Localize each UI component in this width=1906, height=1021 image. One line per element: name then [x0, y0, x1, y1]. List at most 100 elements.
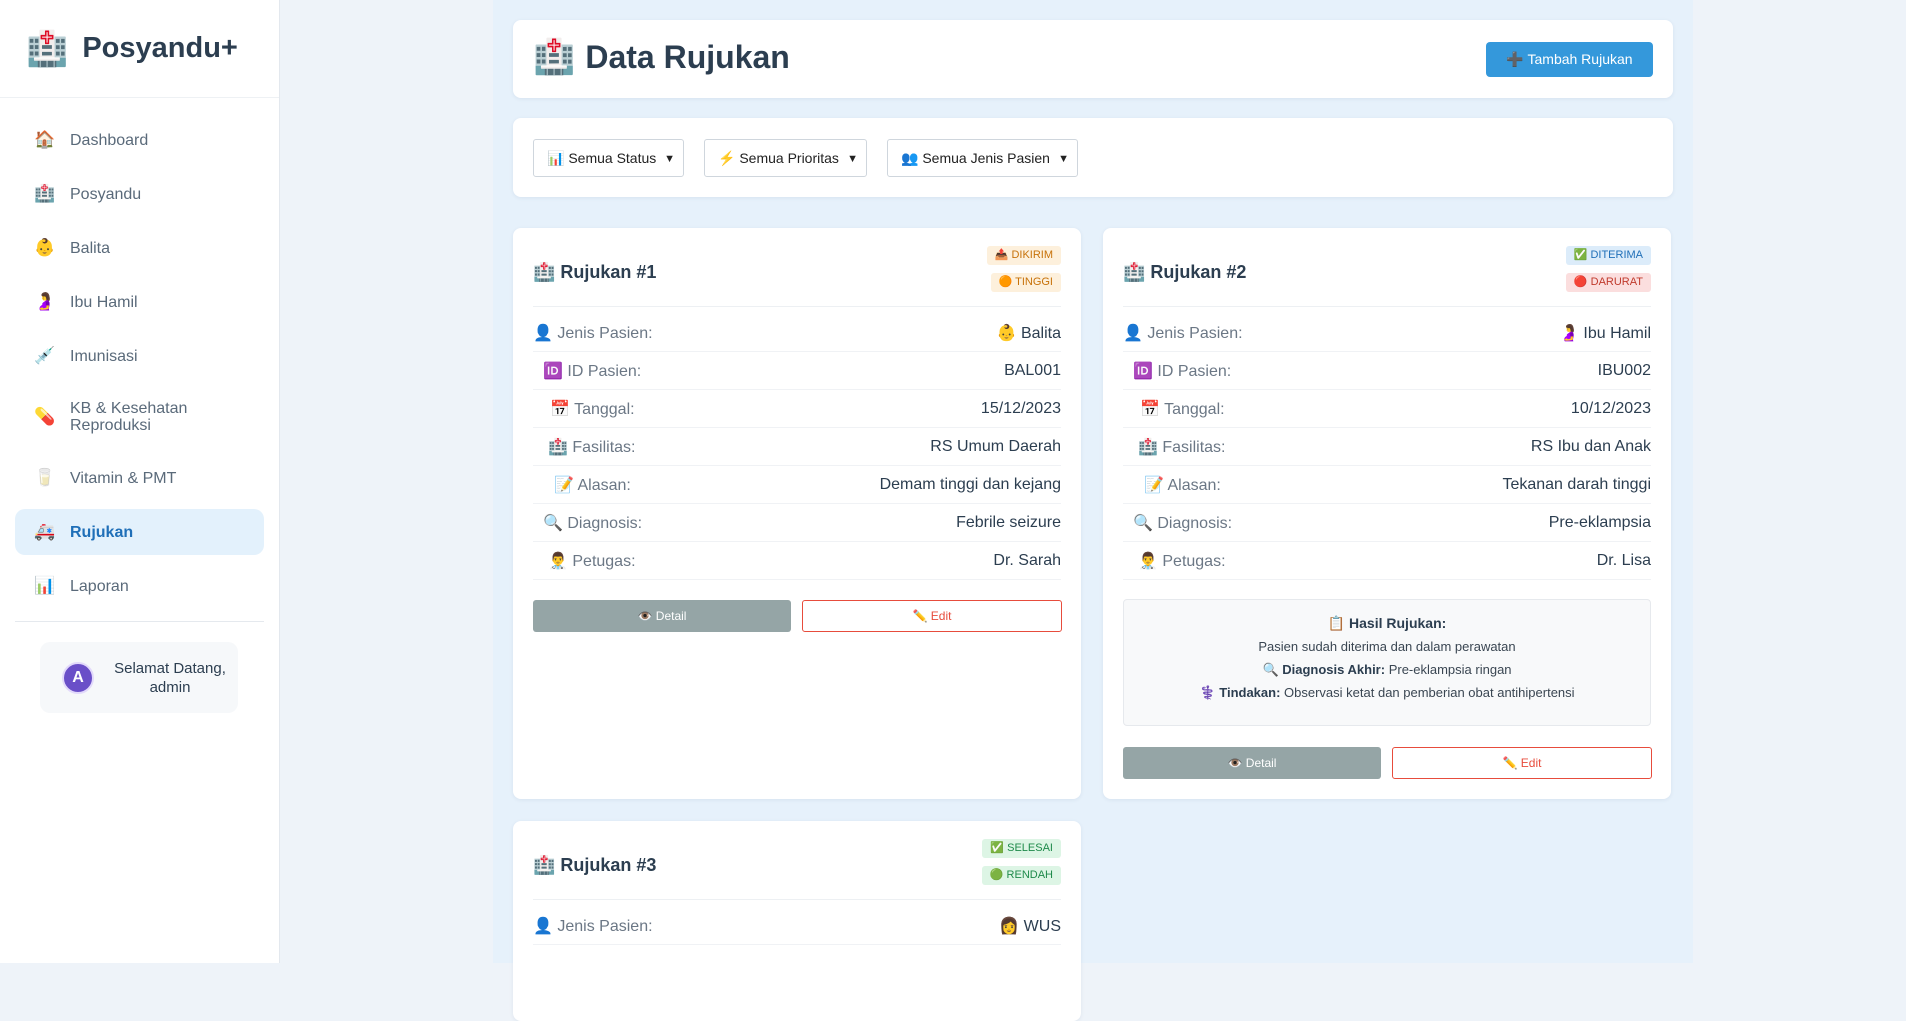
- referral-card: 🏥 Rujukan #3 ✅ SELESAI 🟢 RENDAH 👤 Jenis …: [513, 821, 1081, 1021]
- brand[interactable]: 🏥 Posyandu+: [0, 0, 279, 98]
- detail-label: 👤 Jenis Pasien:: [533, 917, 653, 935]
- referral-card-header: 🏥 Rujukan #3 ✅ SELESAI 🟢 RENDAH: [533, 839, 1061, 900]
- referral-card-header: 🏥 Rujukan #2 ✅ DITERIMA 🔴 DARURAT: [1123, 246, 1651, 307]
- detail-label: 📅 Tanggal:: [550, 400, 635, 418]
- sidebar-item-label: Ibu Hamil: [70, 293, 138, 311]
- sidebar-item-label: Laporan: [70, 577, 129, 595]
- result-title: 📋 Hasil Rujukan:: [1327, 615, 1447, 631]
- detail-row-jenis: 👤 Jenis Pasien: 🤰 Ibu Hamil: [1123, 314, 1651, 352]
- sidebar-item-laporan[interactable]: 📊 Laporan: [15, 563, 264, 609]
- detail-label: 👨‍⚕️ Petugas:: [548, 552, 636, 570]
- detail-label: 🏥 Fasilitas:: [548, 438, 636, 456]
- detail-value: RS Umum Daerah: [930, 437, 1061, 455]
- user-card: A Selamat Datang, admin: [40, 642, 238, 713]
- detail-value: Pre-eklampsia: [1548, 513, 1651, 531]
- action-label: ⚕️ Tindakan:: [1199, 685, 1281, 700]
- detail-label: 🆔 ID Pasien:: [1133, 362, 1232, 380]
- action-taken: ⚕️ Tindakan: Observasi ketat dan pemberi…: [1124, 685, 1650, 701]
- sidebar-item-balita[interactable]: 👶 Balita: [15, 225, 264, 271]
- chevron-down-icon: ▼: [1058, 153, 1069, 165]
- detail-row-diagnosis: 🔍 Diagnosis: Pre-eklampsia: [1123, 504, 1651, 542]
- detail-value: BAL001: [1004, 361, 1061, 379]
- detail-label: 🔍 Diagnosis:: [543, 514, 643, 532]
- sidebar-item-label: Dashboard: [70, 131, 149, 149]
- priority-badge: 🟠 TINGGI: [990, 273, 1061, 292]
- sidebar-item-imunisasi[interactable]: 💉 Imunisasi: [15, 333, 264, 379]
- detail-label: 👨‍⚕️ Petugas:: [1138, 552, 1226, 570]
- detail-label: 🏥 Fasilitas:: [1138, 438, 1226, 456]
- edit-button[interactable]: ✏️ Edit: [802, 600, 1062, 632]
- referral-details: 👤 Jenis Pasien: 👩 WUS: [533, 907, 1061, 945]
- priority-badge: 🔴 DARURAT: [1565, 273, 1651, 292]
- sidebar-item-kb[interactable]: 💊 KB & Kesehatan Reproduksi: [15, 387, 264, 447]
- hospital-icon: 🏥: [533, 38, 576, 76]
- add-referral-button[interactable]: ➕ Tambah Rujukan: [1486, 42, 1653, 77]
- detail-label: 📅 Tanggal:: [1140, 400, 1225, 418]
- syringe-icon: 💉: [34, 346, 56, 365]
- referral-result: 📋 Hasil Rujukan: Pasien sudah diterima d…: [1123, 599, 1651, 726]
- detail-label: 🆔 ID Pasien:: [543, 362, 642, 380]
- detail-button[interactable]: 👁️ Detail: [533, 600, 791, 632]
- sidebar: 🏥 Posyandu+ 🏠 Dashboard 🏥 Posyandu 👶 Bal…: [0, 0, 280, 963]
- final-diagnosis: 🔍 Diagnosis Akhir: Pre-eklampsia ringan: [1124, 662, 1650, 678]
- sidebar-item-rujukan[interactable]: 🚑 Rujukan: [15, 509, 264, 555]
- detail-row-fasilitas: 🏥 Fasilitas: RS Ibu dan Anak: [1123, 428, 1651, 466]
- referral-title: 🏥 Rujukan #1: [533, 262, 657, 282]
- pill-icon: 💊: [34, 407, 56, 426]
- sidebar-item-label: Vitamin & PMT: [70, 469, 177, 487]
- referral-title: 🏥 Rujukan #2: [1123, 262, 1247, 282]
- status-filter-value: 📊 Semua Status: [547, 149, 657, 166]
- sidebar-item-label: Posyandu: [70, 185, 142, 203]
- sidebar-item-label: Imunisasi: [70, 347, 138, 365]
- detail-row-id: 🆔 ID Pasien: BAL001: [533, 352, 1061, 390]
- status-filter-select[interactable]: 📊 Semua Status ▼: [533, 139, 684, 177]
- filter-bar: 📊 Semua Status ▼ ⚡ Semua Prioritas ▼ 👥 S…: [513, 118, 1673, 197]
- detail-button[interactable]: 👁️ Detail: [1123, 747, 1381, 779]
- avatar[interactable]: A: [62, 661, 94, 694]
- detail-row-alasan: 📝 Alasan: Tekanan darah tinggi: [1123, 466, 1651, 504]
- home-icon: 🏠: [34, 130, 56, 149]
- sidebar-item-label: Balita: [70, 239, 111, 257]
- hospital-icon: 🏥: [34, 184, 56, 203]
- referral-details: 👤 Jenis Pasien: 🤰 Ibu Hamil 🆔 ID Pasien: I…: [1123, 314, 1651, 580]
- detail-row-alasan: 📝 Alasan: Demam tinggi dan kejang: [533, 466, 1061, 504]
- detail-row-tanggal: 📅 Tanggal: 15/12/2023: [533, 390, 1061, 428]
- edit-button[interactable]: ✏️ Edit: [1392, 747, 1652, 779]
- status-badge: ✅ DITERIMA: [1565, 246, 1651, 265]
- final-diagnosis-value: Pre-eklampsia ringan: [1385, 662, 1512, 677]
- detail-value: 15/12/2023: [980, 399, 1061, 417]
- detail-value: 👶 Balita: [996, 324, 1061, 342]
- sidebar-item-ibu-hamil[interactable]: 🤰 Ibu Hamil: [15, 279, 264, 325]
- referral-card: 🏥 Rujukan #2 ✅ DITERIMA 🔴 DARURAT 👤 Jeni…: [1103, 228, 1671, 799]
- detail-label: 👤 Jenis Pasien:: [1123, 324, 1243, 342]
- status-badge: ✅ SELESAI: [982, 839, 1061, 858]
- detail-value: Dr. Lisa: [1596, 551, 1651, 569]
- priority-filter-select[interactable]: ⚡ Semua Prioritas ▼: [704, 139, 867, 177]
- patient-type-filter-value: 👥 Semua Jenis Pasien: [901, 149, 1050, 166]
- detail-value: Tekanan darah tinggi: [1502, 475, 1651, 493]
- detail-label: 📝 Alasan:: [554, 476, 631, 494]
- detail-row-petugas: 👨‍⚕️ Petugas: Dr. Sarah: [533, 542, 1061, 580]
- page-header: 🏥 Data Rujukan ➕ Tambah Rujukan: [513, 20, 1673, 98]
- sidebar-item-dashboard[interactable]: 🏠 Dashboard: [15, 117, 264, 163]
- chevron-down-icon: ▼: [664, 153, 675, 165]
- detail-row-tanggal: 📅 Tanggal: 10/12/2023: [1123, 390, 1651, 428]
- detail-label: 📝 Alasan:: [1144, 476, 1221, 494]
- sidebar-nav: 🏠 Dashboard 🏥 Posyandu 👶 Balita 🤰 Ibu Ha…: [0, 98, 279, 609]
- detail-value: Dr. Sarah: [993, 551, 1061, 569]
- sidebar-item-posyandu[interactable]: 🏥 Posyandu: [15, 171, 264, 217]
- final-diagnosis-label: 🔍 Diagnosis Akhir:: [1262, 662, 1386, 677]
- patient-type-filter-select[interactable]: 👥 Semua Jenis Pasien ▼: [887, 139, 1078, 177]
- detail-row-diagnosis: 🔍 Diagnosis: Febrile seizure: [533, 504, 1061, 542]
- detail-row-id: 🆔 ID Pasien: IBU002: [1123, 352, 1651, 390]
- sidebar-item-vitamin[interactable]: 🥛 Vitamin & PMT: [15, 455, 264, 501]
- sidebar-item-label: Rujukan: [70, 523, 134, 541]
- priority-filter-value: ⚡ Semua Prioritas: [718, 149, 839, 166]
- hospital-icon: 🏥: [26, 29, 69, 68]
- detail-row-fasilitas: 🏥 Fasilitas: RS Umum Daerah: [533, 428, 1061, 466]
- referral-title: 🏥 Rujukan #3: [533, 855, 657, 875]
- status-badge: 📤 DIKIRIM: [986, 246, 1061, 265]
- detail-value: IBU002: [1597, 361, 1651, 379]
- detail-label: 👤 Jenis Pasien:: [533, 324, 653, 342]
- welcome-text: Selamat Datang, admin: [114, 659, 226, 696]
